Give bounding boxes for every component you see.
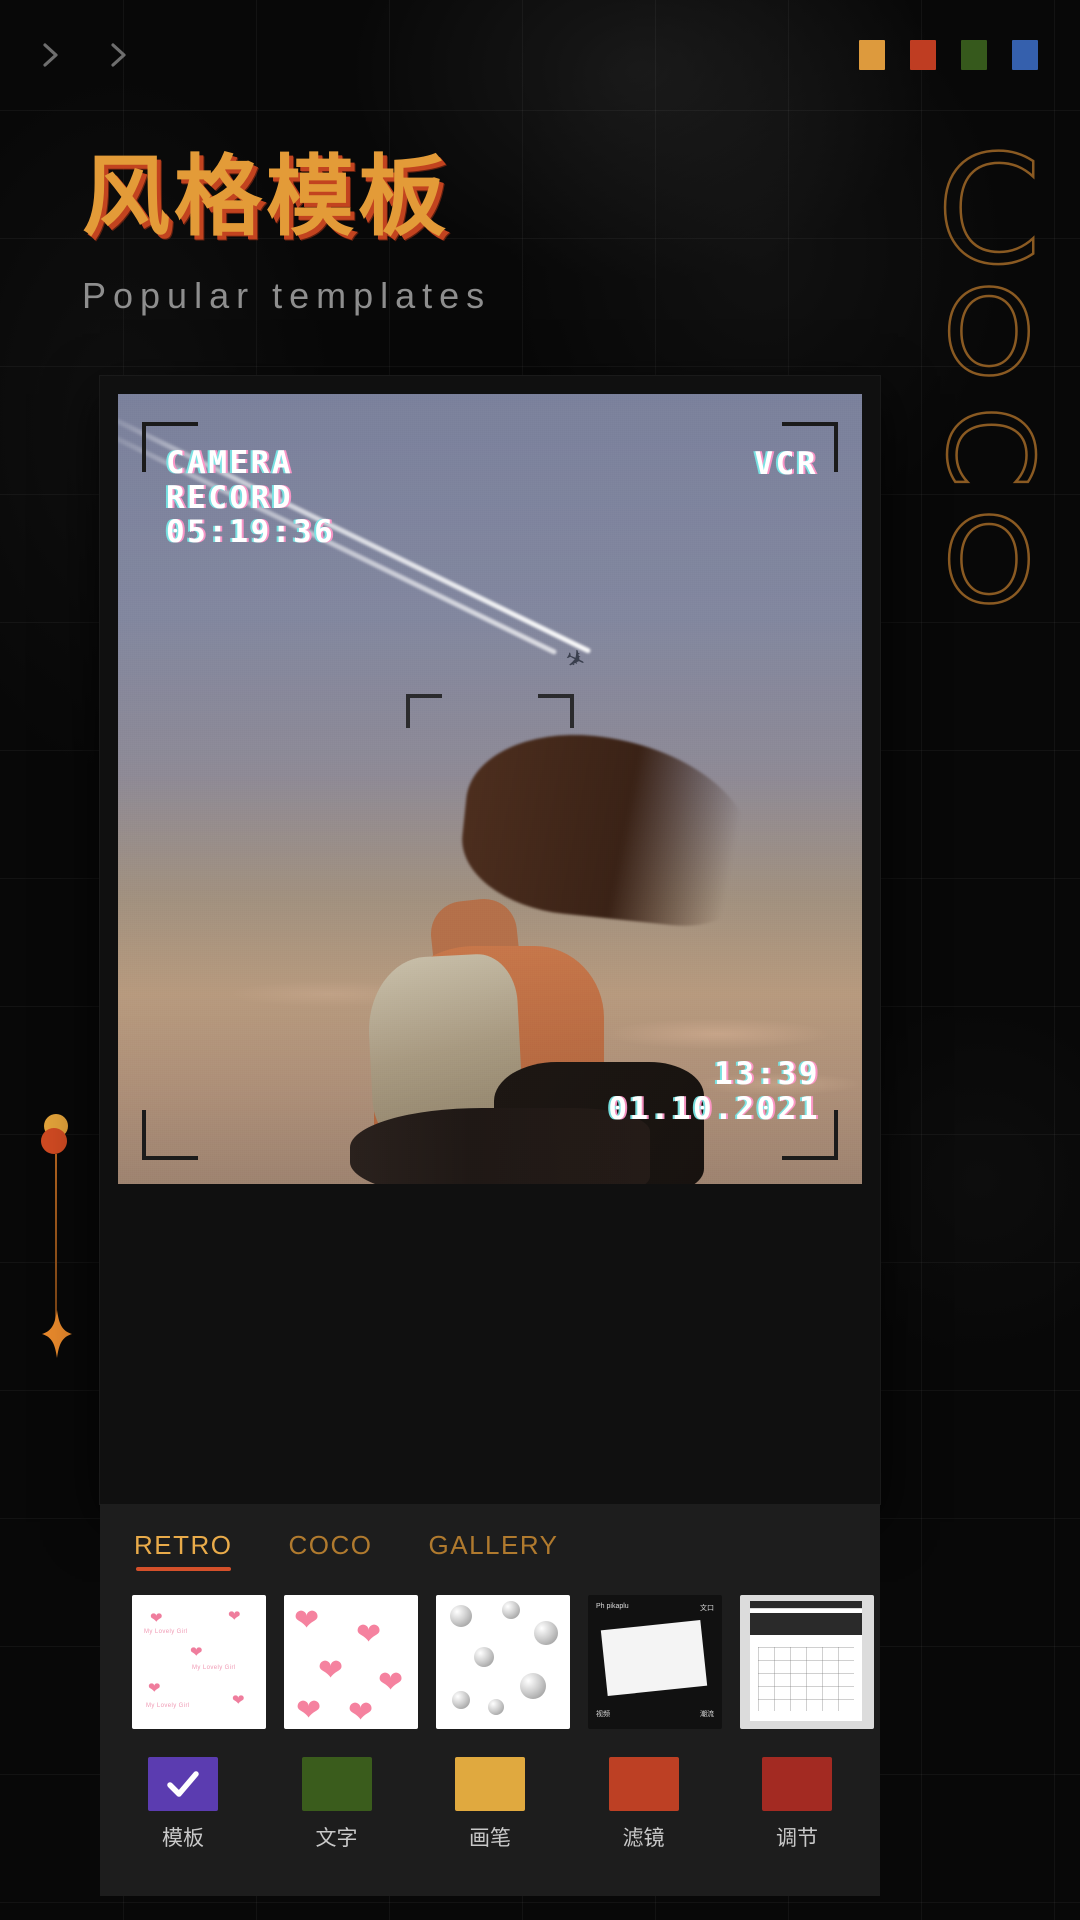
preview-device: ✈ CAMERA RECORD 05:19:36 VCR 13:39 01.10… xyxy=(100,376,880,1504)
sparkle-icon xyxy=(42,1310,72,1358)
chevron-group xyxy=(34,38,136,72)
focus-bracket-right xyxy=(406,694,574,728)
tool-adjust[interactable]: 调节 xyxy=(748,1757,846,1852)
hud-mode-label: VCR xyxy=(754,446,818,482)
swatch-blue[interactable] xyxy=(1012,40,1038,70)
tab-coco[interactable]: COCO xyxy=(289,1530,373,1571)
editor-tool-row: 模板 文字 画笔 滤镜 调节 xyxy=(100,1729,880,1852)
preview-photo[interactable]: ✈ CAMERA RECORD 05:19:36 VCR 13:39 01.10… xyxy=(118,394,862,1184)
tool-text-swatch xyxy=(301,1757,372,1811)
chevron-right-icon[interactable] xyxy=(102,38,136,72)
template-tabs: RETRO COCO GALLERY xyxy=(100,1504,880,1571)
swatch-green[interactable] xyxy=(961,40,987,70)
hud-stamp-date: 01.10.2021 xyxy=(608,1091,820,1128)
template-thumb-hearts-small[interactable]: ❤ ❤ ❤ ❤ ❤ My Lovely Girl My Lovely Girl … xyxy=(132,1595,266,1729)
phone-status-bar xyxy=(750,1601,862,1608)
swatch-amber[interactable] xyxy=(859,40,885,70)
page-root: 风格模板 Popular templates C O C O ✈ xyxy=(0,0,1080,1920)
vcr-hud-overlay: CAMERA RECORD 05:19:36 VCR 13:39 01.10.2… xyxy=(118,394,862,1184)
check-icon xyxy=(167,1771,199,1797)
rail-dot-red xyxy=(41,1128,67,1154)
hero-block: 风格模板 Popular templates xyxy=(82,145,492,317)
hud-stamp-time: 13:39 xyxy=(714,1055,820,1092)
magazine-mark-2: 视频 xyxy=(596,1711,610,1718)
tab-gallery[interactable]: GALLERY xyxy=(429,1530,559,1571)
palette-swatch-group xyxy=(859,40,1038,70)
hud-record-label: RECORD xyxy=(166,479,293,516)
template-thumbnail-list: ❤ ❤ ❤ ❤ ❤ My Lovely Girl My Lovely Girl … xyxy=(100,1571,880,1729)
swatch-red[interactable] xyxy=(910,40,936,70)
hud-timecode: 05:19:36 xyxy=(166,514,336,551)
tool-filter-swatch xyxy=(608,1757,679,1811)
phone-content-grid xyxy=(758,1647,854,1711)
tool-brush[interactable]: 画笔 xyxy=(441,1757,539,1852)
tool-adjust-label: 调节 xyxy=(776,1826,818,1850)
template-thumb-magazine[interactable]: Ph pikaplu 文口 视频 潮流 xyxy=(588,1595,722,1729)
rail-line xyxy=(55,1154,57,1322)
frame-bracket-bottom-left xyxy=(142,1110,198,1160)
hud-left-block: CAMERA RECORD 05:19:36 xyxy=(166,446,335,550)
tool-template-label: 模板 xyxy=(162,1826,204,1850)
tool-adjust-swatch xyxy=(762,1757,832,1811)
left-rail-decoration xyxy=(36,1110,76,1380)
tool-filter-label: 滤镜 xyxy=(622,1826,665,1850)
template-panel: RETRO COCO GALLERY ❤ ❤ ❤ ❤ ❤ My Lovely G… xyxy=(100,1504,880,1896)
page-title: 风格模板 xyxy=(82,145,451,248)
tool-brush-swatch xyxy=(455,1757,525,1811)
hud-stamp-block: 13:39 01.10.2021 xyxy=(608,1055,820,1128)
tool-template[interactable]: 模板 xyxy=(134,1757,232,1852)
template-thumb-hearts-large[interactable]: ❤ ❤ ❤ ❤ ❤ ❤ xyxy=(284,1595,418,1729)
template-thumb-balloons[interactable] xyxy=(436,1595,570,1729)
tool-filter[interactable]: 滤镜 xyxy=(595,1757,693,1852)
top-bar xyxy=(0,0,1080,110)
chevron-right-icon[interactable] xyxy=(34,38,68,72)
magazine-mark: 文口 xyxy=(700,1605,714,1612)
magazine-caption: Ph pikaplu xyxy=(596,1603,629,1610)
tool-text[interactable]: 文字 xyxy=(288,1757,386,1852)
magazine-sheet xyxy=(600,1619,708,1697)
hud-camera-label: CAMERA xyxy=(166,445,293,481)
template-thumb-phone-ui[interactable] xyxy=(740,1595,874,1729)
tab-retro[interactable]: RETRO xyxy=(134,1530,233,1571)
magazine-mark-3: 潮流 xyxy=(700,1711,714,1718)
tool-text-label: 文字 xyxy=(315,1826,358,1850)
tool-brush-label: 画笔 xyxy=(469,1826,511,1850)
phone-header-bar xyxy=(750,1613,862,1635)
page-subtitle: Popular templates xyxy=(82,274,492,316)
